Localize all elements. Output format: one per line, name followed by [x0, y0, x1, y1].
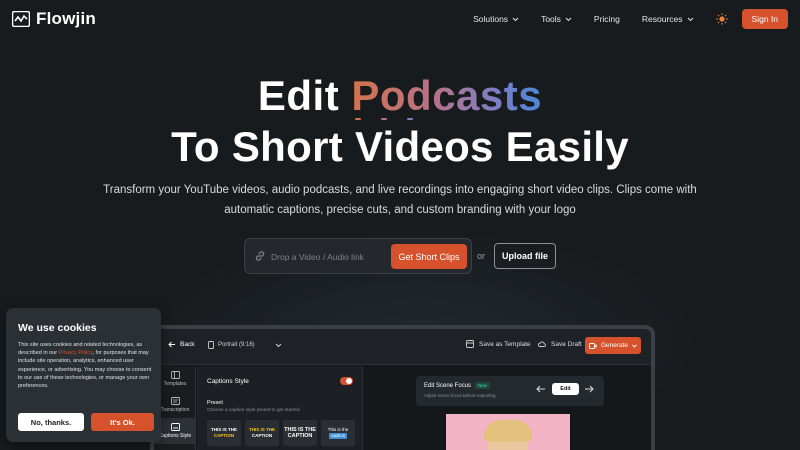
templates-icon: [170, 371, 180, 379]
video-link-input[interactable]: [271, 248, 389, 266]
preset-line2: CAPTION: [213, 433, 235, 438]
generate-button[interactable]: Generate: [585, 337, 641, 354]
preset-line2: CAPTION: [287, 433, 313, 439]
preset-description: Choose a caption style preset to get sta…: [207, 408, 300, 413]
nav-resources[interactable]: Resources: [642, 14, 694, 24]
arrow-right-icon[interactable]: [584, 385, 594, 393]
upload-file-button[interactable]: Upload file: [494, 243, 556, 269]
caption-preset[interactable]: THIS IS THE CAPTION: [207, 420, 241, 446]
scene-focus-title-text: Edit Scene Focus: [424, 382, 472, 389]
nav-solutions-label: Solutions: [473, 14, 509, 24]
editor-canvas: Edit Scene Focus New Adjust scene focus …: [364, 366, 651, 450]
sign-in-button[interactable]: Sign In: [741, 9, 788, 29]
rotating-word-indicator: [355, 118, 413, 120]
hero-title-prefix: Edit: [257, 72, 352, 119]
sidebar-item-label: Captions Style: [158, 433, 192, 439]
caption-preset[interactable]: THIS IS THE CAPTION: [283, 420, 317, 446]
top-nav: Flowjin Solutions Tools Pricing Resource…: [0, 0, 800, 38]
scene-focus-title: Edit Scene Focus New: [424, 382, 491, 389]
preset-line2: caption: [328, 433, 348, 439]
get-short-clips-button[interactable]: Get Short Clips: [391, 244, 467, 269]
logo-icon: [12, 11, 30, 27]
arrow-left-icon: [168, 341, 175, 348]
save-draft-label: Save Draft: [551, 340, 582, 348]
cookie-banner: We use cookies This site uses cookies an…: [6, 308, 161, 442]
app-preview: Back Portrait (9:16) Save as Template Sa…: [150, 325, 655, 450]
scene-focus-card: Edit Scene Focus New Adjust scene focus …: [416, 376, 604, 406]
portrait-icon: [208, 341, 214, 349]
video-icon: [588, 342, 597, 349]
hero-title-line1: Edit Podcasts: [0, 74, 800, 118]
indicator-dot: [381, 118, 387, 120]
nav-pricing[interactable]: Pricing: [594, 14, 620, 24]
chevron-down-icon: [565, 17, 572, 21]
captions-toggle[interactable]: [340, 377, 353, 385]
generate-label: Generate: [600, 342, 629, 349]
nav-tools[interactable]: Tools: [541, 14, 572, 24]
new-badge: New: [475, 382, 491, 389]
preset-list: THIS IS THE CAPTION THIS IS THE CAPTION …: [207, 420, 355, 446]
hero-subtitle: Transform your YouTube videos, audio pod…: [103, 184, 697, 216]
sidebar-item-label: Templates: [163, 381, 187, 387]
preset-label: Preset: [207, 400, 223, 406]
caption-preset[interactable]: This is the caption: [321, 420, 355, 446]
save-draft-button[interactable]: Save Draft: [538, 340, 582, 348]
or-separator: or: [477, 251, 486, 261]
privacy-policy-link[interactable]: Privacy Policy: [59, 350, 93, 356]
transcription-icon: [170, 397, 180, 405]
cookie-title: We use cookies: [18, 322, 97, 334]
captions-style-panel: Captions Style Preset Choose a caption s…: [197, 366, 363, 450]
nav-tools-label: Tools: [541, 14, 561, 24]
cookie-text: This site uses cookies and related techn…: [18, 341, 154, 390]
logo[interactable]: Flowjin: [12, 9, 96, 29]
video-link-bar: Get Short Clips: [244, 238, 472, 274]
sidebar-item-label: Transcription: [160, 407, 190, 413]
nav-links: Solutions Tools Pricing Resources Sign I…: [473, 8, 788, 30]
aspect-ratio-select[interactable]: Portrait (9:16): [208, 341, 282, 349]
indicator-dot: [355, 118, 361, 120]
link-icon: [255, 251, 265, 261]
sun-icon[interactable]: [715, 13, 728, 25]
back-button[interactable]: Back: [168, 341, 194, 348]
chevron-down-icon: [687, 17, 693, 21]
editor-toolbar: Back Portrait (9:16) Save as Template Sa…: [154, 329, 651, 365]
arrow-left-icon[interactable]: [536, 385, 546, 393]
chevron-down-icon: [512, 17, 519, 21]
template-icon: [466, 340, 474, 348]
captions-icon: [170, 423, 180, 431]
preset-line2: CAPTION: [251, 433, 273, 438]
back-label: Back: [180, 341, 195, 348]
scene-focus-subtitle: Adjust scene focus before exporting: [424, 393, 496, 398]
nav-pricing-label: Pricing: [593, 14, 620, 24]
person-hair: [484, 420, 532, 442]
video-thumbnail: [446, 414, 570, 450]
panel-title: Captions Style: [207, 378, 249, 385]
decline-cookies-button[interactable]: No, thanks.: [18, 413, 84, 431]
cloud-save-icon: [538, 341, 546, 347]
nav-resources-label: Resources: [641, 14, 683, 24]
chevron-down-icon: [632, 343, 637, 348]
caption-preset[interactable]: THIS IS THE CAPTION: [245, 420, 279, 446]
hero-title-accent: Podcasts: [351, 72, 543, 119]
aspect-ratio-label: Portrait (9:16): [218, 342, 255, 348]
accept-cookies-button[interactable]: It's Ok.: [91, 413, 154, 431]
save-as-template-label: Save as Template: [479, 340, 531, 348]
edit-focus-button[interactable]: Edit: [552, 383, 579, 395]
indicator-dot: [407, 118, 413, 120]
chevron-down-icon: [275, 343, 282, 347]
nav-solutions[interactable]: Solutions: [473, 14, 519, 24]
brand-name: Flowjin: [36, 9, 96, 28]
hero-title-line2: To Short Videos Easily: [171, 123, 629, 170]
save-as-template-button[interactable]: Save as Template: [466, 340, 531, 348]
